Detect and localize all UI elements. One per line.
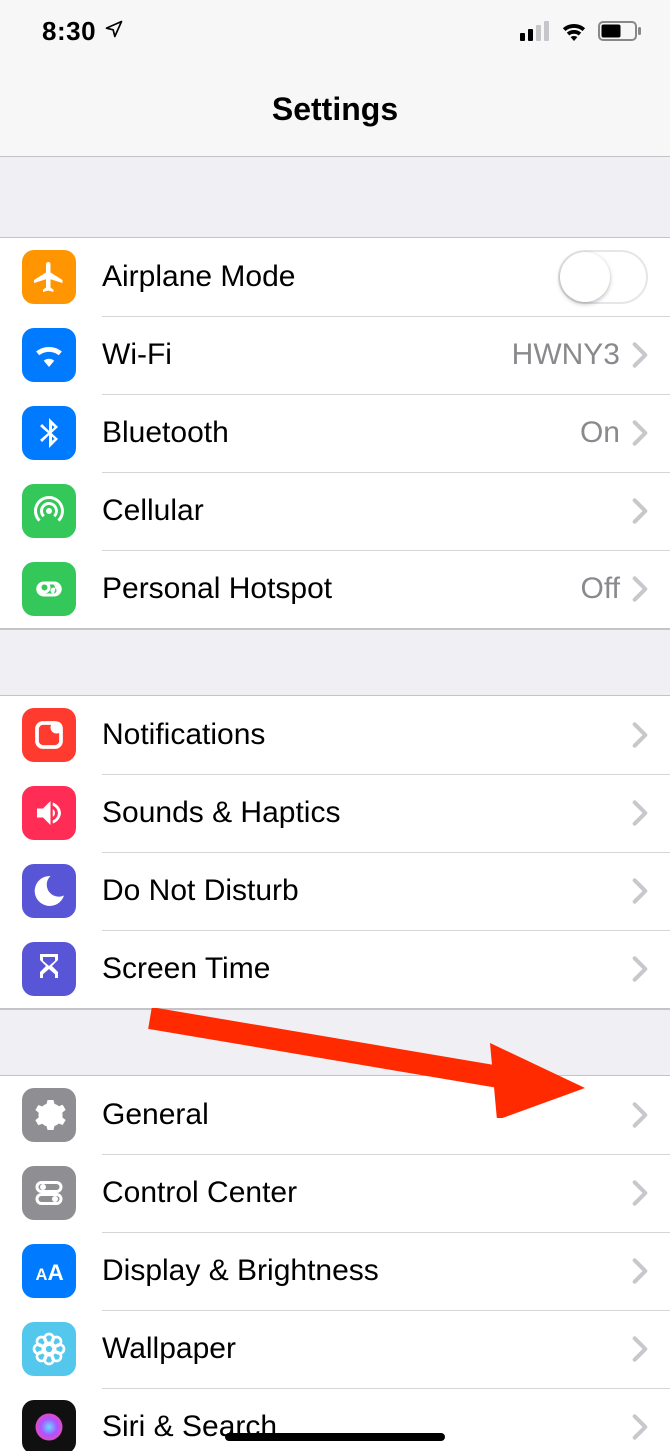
page-title: Settings <box>272 91 398 128</box>
svg-text:A: A <box>48 1260 64 1285</box>
row-label: Bluetooth <box>102 416 580 450</box>
bluetooth-icon <box>22 406 76 460</box>
row-label: Display & Brightness <box>102 1254 632 1288</box>
row-siri[interactable]: Siri & Search <box>0 1388 670 1451</box>
row-control-center[interactable]: Control Center <box>0 1154 670 1232</box>
home-indicator[interactable] <box>225 1433 445 1441</box>
wifi-icon <box>22 328 76 382</box>
row-detail: HWNY3 <box>512 338 620 372</box>
gear-icon <box>22 1088 76 1142</box>
group-spacer <box>0 157 670 237</box>
cellular-signal-icon <box>520 21 550 41</box>
row-general[interactable]: General <box>0 1076 670 1154</box>
settings-group-connectivity: Airplane Mode Wi-Fi HWNY3 Bluetooth On C… <box>0 237 670 629</box>
row-wallpaper[interactable]: Wallpaper <box>0 1310 670 1388</box>
row-sounds[interactable]: Sounds & Haptics <box>0 774 670 852</box>
chevron-right-icon <box>632 497 648 525</box>
nav-header: Settings <box>0 62 670 157</box>
row-detail: On <box>580 416 620 450</box>
hourglass-icon <box>22 942 76 996</box>
chevron-right-icon <box>632 419 648 447</box>
chevron-right-icon <box>632 1257 648 1285</box>
row-label: Wi-Fi <box>102 338 512 372</box>
row-label: Cellular <box>102 494 632 528</box>
status-time: 8:30 <box>42 16 96 47</box>
status-left: 8:30 <box>42 16 124 47</box>
chevron-right-icon <box>632 341 648 369</box>
row-label: General <box>102 1098 632 1132</box>
row-label: Screen Time <box>102 952 632 986</box>
chevron-right-icon <box>632 1179 648 1207</box>
status-bar: 8:30 <box>0 0 670 62</box>
row-label: Notifications <box>102 718 632 752</box>
settings-group-alerts: Notifications Sounds & Haptics Do Not Di… <box>0 695 670 1009</box>
airplane-icon <box>22 250 76 304</box>
wifi-status-icon <box>560 21 588 41</box>
row-label: Wallpaper <box>102 1332 632 1366</box>
chevron-right-icon <box>632 955 648 983</box>
text-size-icon: AA <box>22 1244 76 1298</box>
row-dnd[interactable]: Do Not Disturb <box>0 852 670 930</box>
chevron-right-icon <box>632 799 648 827</box>
row-airplane[interactable]: Airplane Mode <box>0 238 670 316</box>
chevron-right-icon <box>632 575 648 603</box>
row-label: Do Not Disturb <box>102 874 632 908</box>
siri-icon <box>22 1400 76 1451</box>
row-bluetooth[interactable]: Bluetooth On <box>0 394 670 472</box>
switches-icon <box>22 1166 76 1220</box>
group-spacer <box>0 629 670 695</box>
chevron-right-icon <box>632 877 648 905</box>
row-cellular[interactable]: Cellular <box>0 472 670 550</box>
notifications-icon <box>22 708 76 762</box>
row-label: Personal Hotspot <box>102 572 581 606</box>
chevron-right-icon <box>632 721 648 749</box>
row-hotspot[interactable]: Personal Hotspot Off <box>0 550 670 628</box>
settings-group-system: General Control Center AA Display & Brig… <box>0 1075 670 1451</box>
chevron-right-icon <box>632 1335 648 1363</box>
status-right <box>520 21 642 41</box>
row-label: Control Center <box>102 1176 632 1210</box>
location-icon <box>104 19 124 44</box>
row-display[interactable]: AA Display & Brightness <box>0 1232 670 1310</box>
hotspot-icon <box>22 562 76 616</box>
battery-icon <box>598 21 642 41</box>
row-detail: Off <box>581 572 620 606</box>
sounds-icon <box>22 786 76 840</box>
cellular-icon <box>22 484 76 538</box>
row-notifications[interactable]: Notifications <box>0 696 670 774</box>
row-label: Sounds & Haptics <box>102 796 632 830</box>
row-label: Airplane Mode <box>102 260 558 294</box>
row-wifi[interactable]: Wi-Fi HWNY3 <box>0 316 670 394</box>
airplane-toggle[interactable] <box>558 250 648 304</box>
moon-icon <box>22 864 76 918</box>
svg-text:A: A <box>36 1266 48 1284</box>
row-screen-time[interactable]: Screen Time <box>0 930 670 1008</box>
chevron-right-icon <box>632 1413 648 1441</box>
flower-icon <box>22 1322 76 1376</box>
group-spacer <box>0 1009 670 1075</box>
chevron-right-icon <box>632 1101 648 1129</box>
